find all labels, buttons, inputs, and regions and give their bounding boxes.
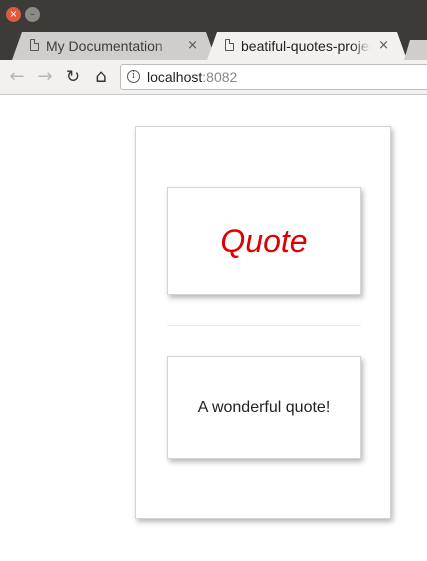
document-icon [30,39,39,51]
tab-title: My Documentation [46,38,163,54]
url-host: localhost [147,69,203,85]
info-icon[interactable]: i [127,70,140,83]
forward-arrow-icon[interactable]: → [34,66,56,88]
tab-beatiful-quotes-project[interactable]: beatiful-quotes-project × [207,32,407,60]
divider [167,325,361,326]
tab-title: beatiful-quotes-project [241,38,371,54]
home-icon[interactable]: ⌂ [90,66,112,88]
url-port: :8082 [202,69,238,85]
browser-toolbar: ← → ↻ ⌂ i localhost:8082 [0,60,427,95]
reload-icon[interactable]: ↻ [62,66,84,88]
tab-my-documentation[interactable]: My Documentation × [12,32,216,60]
window-close-icon[interactable]: × [6,7,21,22]
window-minimize-icon[interactable]: – [25,7,40,22]
back-arrow-icon[interactable]: ← [6,66,28,88]
window-titlebar: × – My Documentation × beatiful-quotes-p… [0,0,427,60]
page-content: Quote A wonderful quote! [0,95,427,561]
document-icon [225,39,234,51]
address-bar[interactable]: i localhost:8082 [120,64,427,90]
quote-title: Quote [220,222,308,259]
new-tab-button[interactable] [404,40,427,60]
url-text[interactable]: localhost:8082 [147,68,237,86]
quote-text-card: A wonderful quote! [167,356,361,459]
quote-text: A wonderful quote! [197,398,331,416]
quote-title-card: Quote [167,187,361,295]
tab-close-icon[interactable]: × [378,37,389,55]
quote-container-card: Quote A wonderful quote! [135,126,391,519]
tab-close-icon[interactable]: × [187,37,198,55]
